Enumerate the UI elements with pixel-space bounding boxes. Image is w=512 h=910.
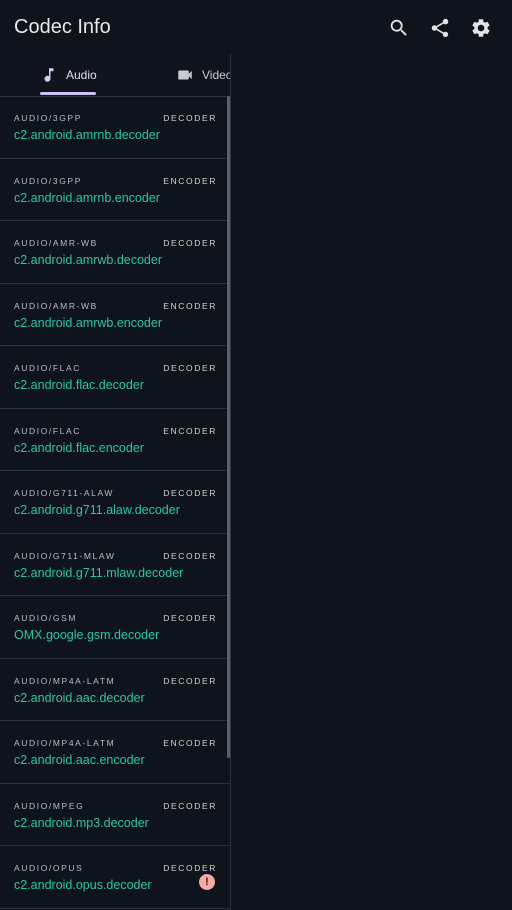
codec-kind: DECODER (163, 613, 217, 623)
codec-mime-type: AUDIO/MPEG (14, 800, 85, 811)
codec-row[interactable]: AUDIO/MP4A-LATM DECODER c2.android.aac.d… (0, 659, 230, 721)
codec-row[interactable]: AUDIO/MPEG DECODER c2.android.mp3.decode… (0, 784, 230, 846)
codec-mime-type: AUDIO/G711-ALAW (14, 488, 115, 498)
settings-button[interactable] (467, 14, 495, 42)
codec-kind: DECODER (163, 113, 217, 123)
scrollbar[interactable] (227, 96, 230, 758)
search-icon (390, 19, 407, 36)
codec-name: c2.android.amrwb.decoder (14, 253, 162, 267)
codec-kind: DECODER (163, 800, 217, 811)
tab-bar: Audio Video (0, 54, 230, 97)
tab-audio-label: Audio (66, 68, 97, 82)
codec-row[interactable]: AUDIO/OPUS DECODER c2.android.opus.decod… (0, 846, 230, 909)
codec-mime-type: AUDIO/AMR-WB (14, 238, 98, 248)
codec-list-panel: Audio Video AUDIO/3GPP DECODER c2.androi… (0, 54, 231, 910)
codec-mime-type: AUDIO/3GPP (14, 175, 82, 186)
codec-name: c2.android.flac.decoder (14, 378, 144, 392)
settings-icon (472, 19, 490, 37)
tab-video-label: Video (202, 68, 231, 82)
top-app-bar: Codec Info (0, 0, 512, 56)
codec-kind: ENCODER (163, 300, 217, 311)
codec-mime-type: AUDIO/FLAC (14, 425, 82, 436)
codec-mime-type: AUDIO/FLAC (14, 363, 82, 373)
codec-name: OMX.google.gsm.decoder (14, 628, 160, 642)
share-icon (431, 18, 449, 38)
codec-row[interactable]: AUDIO/GSM DECODER OMX.google.gsm.decoder (0, 596, 230, 659)
codec-row[interactable]: AUDIO/G711-MLAW DECODER c2.android.g711.… (0, 534, 230, 596)
tab-video[interactable]: Video (176, 54, 231, 96)
codec-kind: DECODER (163, 363, 217, 373)
codec-name: c2.android.flac.encoder (14, 440, 144, 455)
share-button[interactable] (426, 14, 454, 42)
codec-name: c2.android.aac.decoder (14, 690, 145, 705)
codec-row[interactable]: AUDIO/AMR-WB ENCODER c2.android.amrwb.en… (0, 284, 230, 346)
codec-kind: ENCODER (163, 175, 217, 186)
codec-kind: DECODER (163, 863, 217, 873)
codec-row[interactable]: AUDIO/3GPP DECODER c2.android.amrnb.deco… (0, 96, 230, 159)
music-note-icon (44, 68, 54, 82)
codec-name: c2.android.g711.alaw.decoder (14, 503, 180, 517)
codec-name: c2.android.opus.decoder (14, 878, 152, 892)
codec-list: AUDIO/3GPP DECODER c2.android.amrnb.deco… (0, 96, 230, 909)
codec-mime-type: AUDIO/G711-MLAW (14, 550, 116, 561)
codec-name: c2.android.mp3.decoder (14, 815, 149, 830)
codec-mime-type: AUDIO/3GPP (14, 113, 82, 123)
tab-indicator (40, 92, 96, 95)
app-title: Codec Info (14, 16, 111, 38)
codec-mime-type: AUDIO/MP4A-LATM (14, 738, 116, 748)
codec-kind: ENCODER (163, 738, 217, 748)
codec-mime-type: AUDIO/GSM (14, 613, 78, 623)
codec-kind: DECODER (163, 238, 217, 248)
codec-kind: DECODER (163, 488, 217, 498)
codec-kind: DECODER (163, 550, 217, 561)
tab-audio[interactable]: Audio (40, 54, 97, 96)
codec-mime-type: AUDIO/AMR-WB (14, 300, 98, 311)
videocam-icon (178, 70, 192, 80)
codec-name: c2.android.amrwb.encoder (14, 315, 162, 330)
codec-name: c2.android.aac.encoder (14, 753, 145, 767)
codec-row[interactable]: AUDIO/AMR-WB DECODER c2.android.amrwb.de… (0, 221, 230, 284)
codec-mime-type: AUDIO/MP4A-LATM (14, 675, 116, 686)
codec-mime-type: AUDIO/OPUS (14, 863, 84, 873)
codec-kind: DECODER (163, 675, 217, 686)
codec-row[interactable]: AUDIO/FLAC DECODER c2.android.flac.decod… (0, 346, 230, 409)
codec-name: c2.android.amrnb.decoder (14, 128, 160, 142)
codec-row[interactable]: AUDIO/3GPP ENCODER c2.android.amrnb.enco… (0, 159, 230, 221)
codec-kind: ENCODER (163, 425, 217, 436)
codec-name: c2.android.amrnb.encoder (14, 190, 160, 205)
codec-row[interactable]: AUDIO/MP4A-LATM ENCODER c2.android.aac.e… (0, 721, 230, 784)
warning-icon: ! (199, 874, 215, 890)
codec-name: c2.android.g711.mlaw.decoder (14, 565, 184, 580)
codec-row[interactable]: AUDIO/FLAC ENCODER c2.android.flac.encod… (0, 409, 230, 471)
search-button[interactable] (385, 14, 413, 42)
codec-row[interactable]: AUDIO/G711-ALAW DECODER c2.android.g711.… (0, 471, 230, 534)
